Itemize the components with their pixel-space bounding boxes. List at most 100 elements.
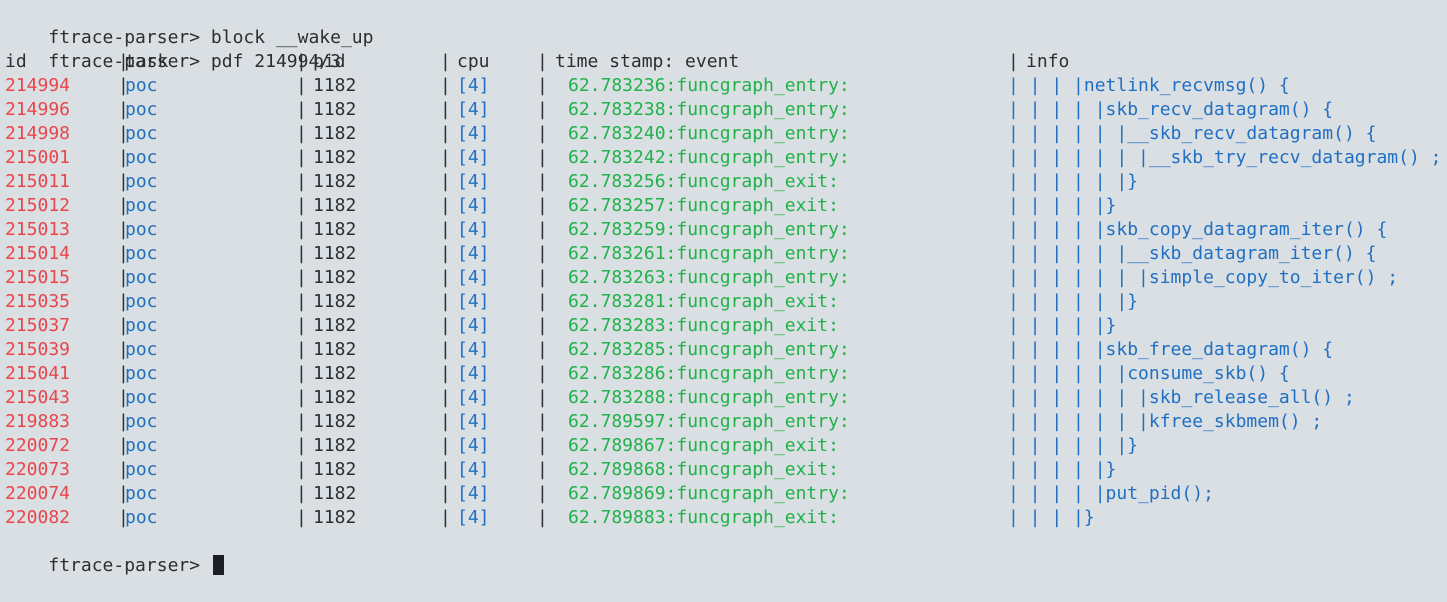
row-pid: 1182 [313, 315, 357, 336]
row-id: 215011 [5, 171, 71, 192]
table-row: 214998 | poc | 1182 | [4] | 62.783240:funcgraph_… [5, 122, 1447, 146]
prompt-line[interactable]: ftrace-parser> [5, 530, 1447, 576]
row-info: | | | | |skb_free_datagram() { [1008, 339, 1334, 360]
row-info: | | | | |} [1008, 195, 1117, 216]
row-id: 215037 [5, 315, 71, 336]
header-cpu: cpu [457, 51, 490, 72]
row-id: 219883 [5, 411, 71, 432]
row-id: 215035 [5, 291, 71, 312]
column-separator: | [296, 435, 307, 456]
column-separator: | [440, 387, 451, 408]
column-separator: | [296, 411, 307, 432]
row-info: | | | | |} [1008, 459, 1117, 480]
column-separator: | [537, 363, 548, 384]
table-row: 215001 | poc | 1182 | [4] | 62.783242:funcgraph_… [5, 146, 1447, 170]
row-task: poc [125, 75, 158, 96]
row-event: 62.783256:funcgraph_exit: [568, 171, 839, 192]
row-event: 62.783283:funcgraph_exit: [568, 315, 839, 336]
row-pid: 1182 [313, 123, 357, 144]
row-event: 62.783285:funcgraph_entry: [568, 339, 850, 360]
header-id: id [5, 51, 27, 72]
row-info: | | | | |skb_recv_datagram() { [1008, 99, 1334, 120]
row-task: poc [125, 459, 158, 480]
row-info: | | | | |skb_copy_datagram_iter() { [1008, 219, 1388, 240]
column-separator: | [296, 243, 307, 264]
column-separator: | [296, 507, 307, 528]
row-info: | | | | | | |skb_release_all() ; [1008, 387, 1355, 408]
row-event: 62.783240:funcgraph_entry: [568, 123, 850, 144]
row-event: 62.783281:funcgraph_exit: [568, 291, 839, 312]
row-id: 220072 [5, 435, 71, 456]
row-task: poc [125, 243, 158, 264]
column-separator: | [440, 195, 451, 216]
row-event: 62.783242:funcgraph_entry: [568, 147, 850, 168]
column-separator: | [440, 267, 451, 288]
column-separator: | [537, 147, 548, 168]
column-separator: | [537, 435, 548, 456]
column-separator: | [537, 267, 548, 288]
row-task: poc [125, 123, 158, 144]
row-task: poc [125, 363, 158, 384]
history-line-1: ftrace-parser> block __wake_up [5, 2, 1447, 48]
row-pid: 1182 [313, 75, 357, 96]
row-cpu: [4] [457, 507, 490, 528]
row-event: 62.783288:funcgraph_entry: [568, 387, 850, 408]
row-id: 215014 [5, 243, 71, 264]
row-id: 220082 [5, 507, 71, 528]
column-separator: | [296, 195, 307, 216]
row-id: 215013 [5, 219, 71, 240]
row-task: poc [125, 291, 158, 312]
column-separator: | [537, 219, 548, 240]
column-separator: | [537, 99, 548, 120]
row-cpu: [4] [457, 75, 490, 96]
column-separator: | [296, 387, 307, 408]
table-row: 215043 | poc | 1182 | [4] | 62.783288:funcgraph_… [5, 386, 1447, 410]
row-event: 62.789597:funcgraph_entry: [568, 411, 850, 432]
row-event: 62.783236:funcgraph_entry: [568, 75, 850, 96]
header-pid: pid [313, 51, 346, 72]
column-separator: | [440, 483, 451, 504]
column-separator: | [537, 459, 548, 480]
column-separator: | [440, 411, 451, 432]
row-task: poc [125, 147, 158, 168]
row-info: | | | |} [1008, 507, 1095, 528]
column-separator: | [296, 123, 307, 144]
row-event: 62.783238:funcgraph_entry: [568, 99, 850, 120]
column-separator: | [296, 483, 307, 504]
row-pid: 1182 [313, 411, 357, 432]
column-separator: | [537, 195, 548, 216]
row-id: 214996 [5, 99, 71, 120]
row-pid: 1182 [313, 459, 357, 480]
column-separator: | [296, 51, 307, 72]
row-task: poc [125, 507, 158, 528]
row-info: | | | | | |__skb_datagram_iter() { [1008, 243, 1377, 264]
row-pid: 1182 [313, 363, 357, 384]
table-row: 220073 | poc | 1182 | [4] | 62.789868:funcgraph_… [5, 458, 1447, 482]
terminal-window[interactable]: ftrace-parser> block __wake_up ftrace-pa… [0, 0, 1447, 576]
row-cpu: [4] [457, 171, 490, 192]
table-row: 215041 | poc | 1182 | [4] | 62.783286:funcgraph_… [5, 362, 1447, 386]
column-separator: | [440, 123, 451, 144]
row-pid: 1182 [313, 171, 357, 192]
row-info: | | | | | | |__skb_try_recv_datagram() ; [1008, 147, 1442, 168]
table-row: 215037 | poc | 1182 | [4] | 62.783283:funcgraph_… [5, 314, 1447, 338]
column-separator: | [537, 507, 548, 528]
table-row: 219883 | poc | 1182 | [4] | 62.789597:funcgraph_… [5, 410, 1447, 434]
column-separator: | [537, 315, 548, 336]
row-id: 215041 [5, 363, 71, 384]
column-separator: | [296, 363, 307, 384]
row-pid: 1182 [313, 147, 357, 168]
row-event: 62.789867:funcgraph_exit: [568, 435, 839, 456]
column-separator: | [537, 75, 548, 96]
row-cpu: [4] [457, 219, 490, 240]
row-info: | | | | | |} [1008, 291, 1139, 312]
row-pid: 1182 [313, 195, 357, 216]
column-separator: | [1008, 51, 1019, 72]
row-task: poc [125, 315, 158, 336]
row-task: poc [125, 195, 158, 216]
row-cpu: [4] [457, 315, 490, 336]
row-cpu: [4] [457, 483, 490, 504]
column-separator: | [440, 315, 451, 336]
row-info: | | | | |} [1008, 315, 1117, 336]
row-task: poc [125, 171, 158, 192]
